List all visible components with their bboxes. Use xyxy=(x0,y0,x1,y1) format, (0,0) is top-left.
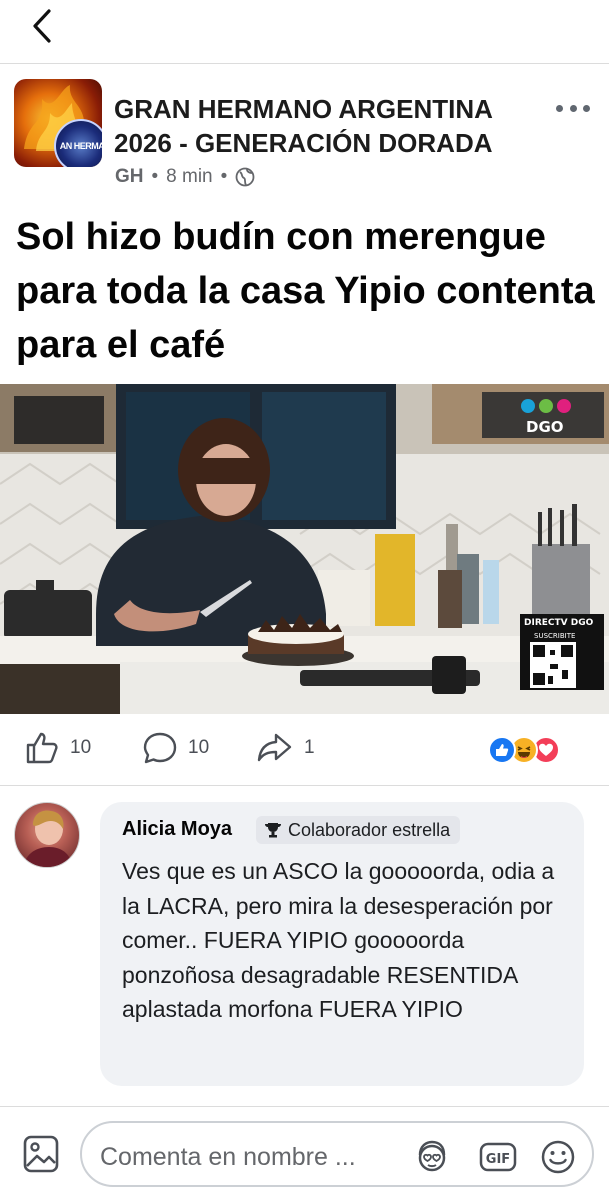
back-button[interactable] xyxy=(22,6,62,46)
share-arrow-icon xyxy=(257,733,292,762)
profile-photo-icon xyxy=(23,810,73,867)
back-arrow-icon xyxy=(33,9,51,43)
contributor-badge[interactable]: Colaborador estrella xyxy=(256,816,461,844)
group-abbr[interactable]: GH xyxy=(115,166,144,188)
actions-divider xyxy=(0,785,609,786)
share-button[interactable]: 1 xyxy=(256,730,315,766)
add-photo-button[interactable] xyxy=(22,1134,60,1174)
qr-label-text: SUSCRIBITE xyxy=(534,632,575,640)
page-badge-logo: AN HERMA xyxy=(54,119,102,167)
gif-button[interactable]: GIF xyxy=(478,1137,518,1177)
more-options-button[interactable] xyxy=(553,96,593,120)
composer-divider xyxy=(0,1106,609,1107)
comment-composer: Comenta en nombre ... GIF xyxy=(0,1108,609,1199)
photo-icon xyxy=(23,1135,59,1173)
avatar-sticker-button[interactable] xyxy=(412,1137,452,1177)
more-dot-icon xyxy=(583,104,590,112)
more-dot-icon xyxy=(569,104,577,112)
channel-logo-text: DGO xyxy=(526,418,564,436)
comment-input[interactable]: Comenta en nombre ... GIF xyxy=(80,1121,594,1187)
qr-brand-text: DIRECTV DGO xyxy=(524,618,594,628)
page-avatar[interactable]: AN HERMA xyxy=(14,79,102,167)
comment-count: 10 xyxy=(188,737,210,758)
more-dot-icon xyxy=(556,104,563,112)
post-title: Sol hizo budín con merengue para toda la… xyxy=(16,216,595,366)
like-button[interactable]: 10 xyxy=(24,730,91,766)
gif-label: GIF xyxy=(486,1152,510,1167)
avatar-sticker-icon xyxy=(418,1140,446,1172)
comment-button[interactable]: 10 xyxy=(142,730,209,766)
comment-bubble-icon xyxy=(143,732,177,764)
post-meta: GH • 8 min • xyxy=(115,166,255,188)
comment-author[interactable]: Alicia Moya xyxy=(122,818,232,841)
post-header: AN HERMA GRAN HERMANO ARGENTINA 2026 - G… xyxy=(0,66,609,196)
gif-icon: GIF xyxy=(479,1142,517,1172)
top-bar xyxy=(0,0,609,64)
contributor-badge-label: Colaborador estrella xyxy=(288,819,451,840)
meta-separator: • xyxy=(151,166,159,187)
trophy-icon xyxy=(265,823,281,838)
page-badge-text: AN HERMA xyxy=(59,141,102,151)
commenter-avatar[interactable] xyxy=(14,802,80,868)
thumbs-up-icon xyxy=(26,732,58,764)
reactions-summary[interactable] xyxy=(488,736,574,766)
post-actions: 10 10 1 xyxy=(0,722,609,782)
comment-bubble[interactable]: Alicia Moya Colaborador estrella Ves que… xyxy=(100,802,584,1086)
share-count: 1 xyxy=(304,737,315,758)
comment-item: Alicia Moya Colaborador estrella Ves que… xyxy=(0,796,609,1096)
comment-input-placeholder[interactable]: Comenta en nombre ... xyxy=(100,1143,356,1172)
post-image[interactable]: DGO DIRECTV DGO SUSCRIBITE xyxy=(0,384,609,714)
post-time[interactable]: 8 min xyxy=(166,166,212,188)
comment-text: Ves que es un ASCO la gooooorda, odia a … xyxy=(122,858,555,1022)
emoji-smile-icon xyxy=(541,1140,575,1174)
meta-separator: • xyxy=(220,166,228,187)
page-name[interactable]: GRAN HERMANO ARGENTINA 2026 - GENERACIÓN… xyxy=(114,92,534,160)
globe-icon xyxy=(235,167,255,187)
like-reaction-icon xyxy=(488,736,516,764)
emoji-button[interactable] xyxy=(538,1137,578,1177)
like-count: 10 xyxy=(70,737,92,758)
kitchen-scene-image: DGO DIRECTV DGO SUSCRIBITE xyxy=(0,384,609,714)
